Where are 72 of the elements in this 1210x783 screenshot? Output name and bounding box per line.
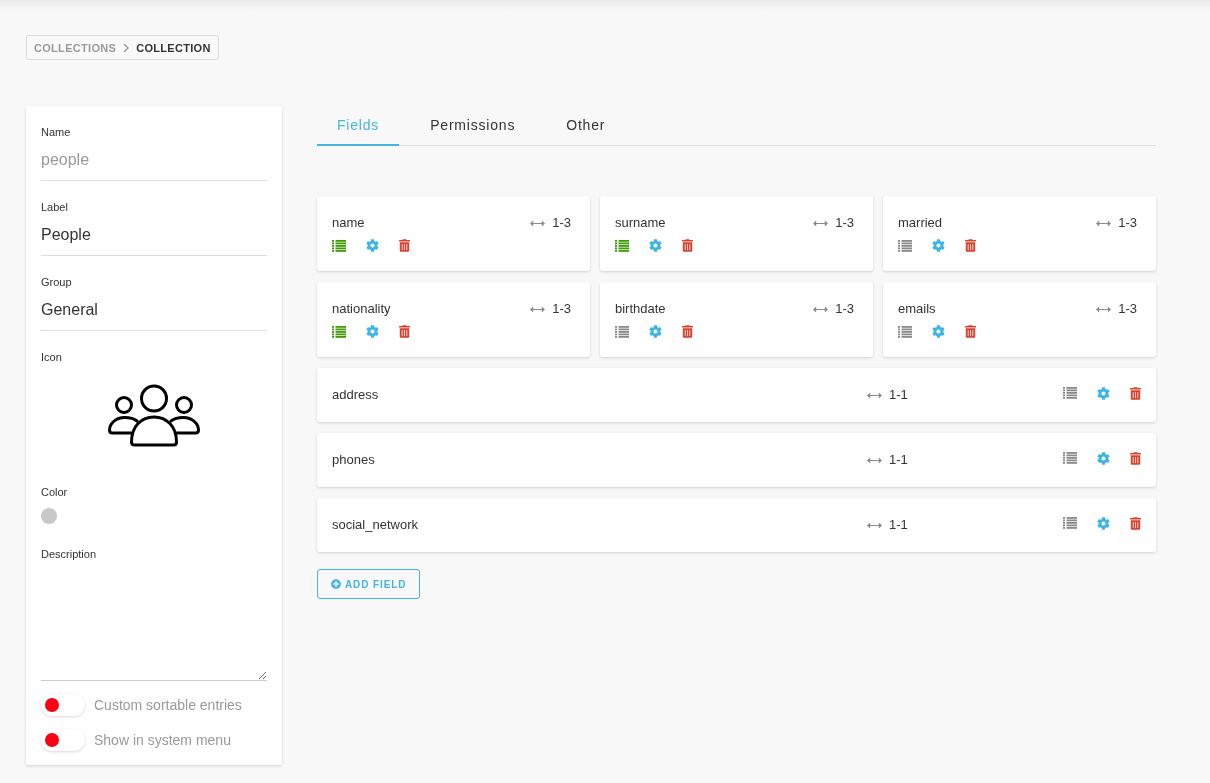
toggle-label: Show in system menu xyxy=(94,732,231,748)
field-label: Description xyxy=(41,547,98,561)
field-label: Color xyxy=(41,485,69,499)
settings-icon[interactable] xyxy=(649,239,662,252)
field-name: social_network xyxy=(332,517,419,533)
field-width: 1-3 xyxy=(552,301,571,317)
field-width: 1-3 xyxy=(1118,215,1137,231)
trash-icon[interactable] xyxy=(399,239,410,252)
toggle-switch[interactable] xyxy=(41,694,85,716)
trash-icon[interactable] xyxy=(965,325,976,338)
field-width: 1-1 xyxy=(889,452,908,468)
double-arrow-icon xyxy=(867,456,882,464)
field-name: surname xyxy=(615,215,667,231)
settings-icon[interactable] xyxy=(1097,386,1110,400)
list-icon[interactable] xyxy=(332,325,346,338)
field-name: emails xyxy=(898,301,937,317)
field-width: 1-1 xyxy=(889,387,908,403)
list-icon[interactable] xyxy=(332,239,346,252)
tab[interactable]: Permissions xyxy=(410,106,536,146)
swatch-icon[interactable] xyxy=(41,508,57,524)
breadcrumb-item[interactable]: COLLECTION xyxy=(136,41,211,54)
trash-icon[interactable] xyxy=(682,325,693,338)
field-width: 1-3 xyxy=(552,215,571,231)
trash-icon[interactable] xyxy=(399,325,410,338)
field-name: phones xyxy=(332,452,376,468)
field-label: Group xyxy=(41,275,73,289)
settings-icon[interactable] xyxy=(932,325,945,338)
tab[interactable]: Other xyxy=(546,106,626,146)
double-arrow-icon xyxy=(1096,305,1112,313)
field-width: 1-3 xyxy=(835,301,854,317)
trash-icon[interactable] xyxy=(1130,386,1141,400)
trash-icon[interactable] xyxy=(1130,451,1141,465)
text-field[interactable]: People xyxy=(41,214,267,256)
double-arrow-icon xyxy=(867,391,882,399)
settings-icon[interactable] xyxy=(932,239,945,252)
double-arrow-icon xyxy=(813,305,829,313)
settings-icon[interactable] xyxy=(366,239,379,252)
trash-icon[interactable] xyxy=(1130,516,1141,530)
trash-icon[interactable] xyxy=(965,239,976,252)
settings-icon[interactable] xyxy=(649,325,662,338)
list-icon[interactable] xyxy=(898,239,912,252)
list-icon[interactable] xyxy=(1063,517,1077,529)
field-label: Label xyxy=(41,200,69,214)
field-name: address xyxy=(332,387,380,403)
double-arrow-icon xyxy=(530,219,546,227)
field-label: Name xyxy=(41,125,72,139)
field-width: 1-1 xyxy=(889,517,908,533)
field-label: Icon xyxy=(41,350,63,364)
double-arrow-icon xyxy=(1096,219,1112,227)
field-name: name xyxy=(332,215,366,231)
list-icon[interactable] xyxy=(898,325,912,338)
field-name: birthdate xyxy=(615,301,667,317)
field-name: nationality xyxy=(332,301,392,317)
list-icon[interactable] xyxy=(1063,387,1077,399)
double-arrow-icon xyxy=(530,305,546,313)
settings-icon[interactable] xyxy=(366,325,379,338)
field-width: 1-3 xyxy=(835,215,854,231)
trash-icon[interactable] xyxy=(682,239,693,252)
list-icon[interactable] xyxy=(1063,452,1077,464)
field-width: 1-3 xyxy=(1118,301,1137,317)
chevron-right-icon xyxy=(123,42,130,53)
double-arrow-icon xyxy=(813,219,829,227)
list-icon[interactable] xyxy=(615,325,629,338)
double-arrow-icon xyxy=(867,521,882,529)
settings-icon[interactable] xyxy=(1097,451,1110,465)
list-icon[interactable] xyxy=(615,239,629,252)
toggle-switch[interactable] xyxy=(41,729,85,751)
toggle-label: Custom sortable entries xyxy=(94,697,242,713)
people-icon xyxy=(108,383,200,447)
text-field[interactable]: General xyxy=(41,289,267,331)
settings-icon[interactable] xyxy=(1097,516,1110,530)
field-name: married xyxy=(898,215,944,231)
